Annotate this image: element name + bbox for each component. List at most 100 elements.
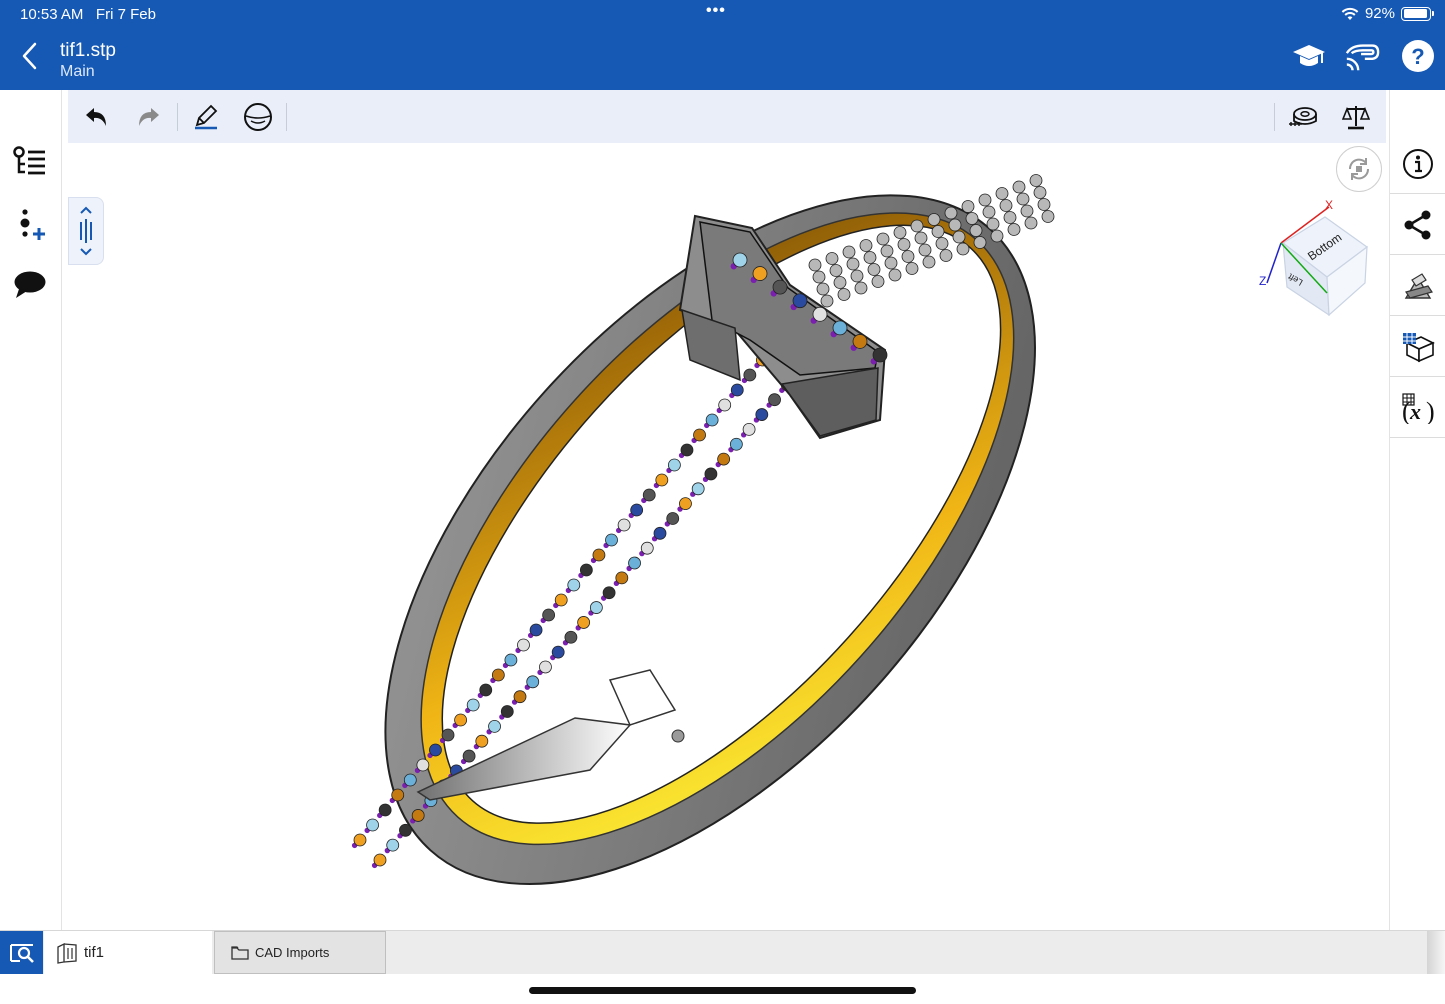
gem-stone <box>399 823 412 837</box>
status-time: 10:53 AM Fri 7 Feb <box>20 6 156 23</box>
learning-center-button[interactable] <box>1291 38 1327 74</box>
tab-part-studio[interactable]: tif1 <box>44 931 212 974</box>
gem-stone <box>642 488 656 502</box>
gem-stone <box>667 458 681 472</box>
battery-icon <box>1401 6 1434 21</box>
gem-stone <box>965 212 979 225</box>
gem-stone <box>986 217 1000 231</box>
gem-stone <box>752 266 768 281</box>
gem-stone <box>551 645 565 659</box>
right-rail-spacer <box>1390 90 1445 132</box>
gem-stone <box>768 393 781 407</box>
gem-stone <box>999 199 1013 212</box>
gem-stone <box>914 231 928 245</box>
gem-stone <box>808 258 822 272</box>
battery-fill <box>1403 9 1427 18</box>
gem-stone <box>615 571 629 585</box>
gem-stone <box>462 749 476 763</box>
gem-stone <box>542 608 556 622</box>
gem-stone <box>944 206 958 220</box>
gem-stone <box>872 347 888 363</box>
left-rail <box>0 90 60 930</box>
display-state-icon <box>1403 332 1435 362</box>
tab-label: CAD Imports <box>255 945 330 960</box>
search-tabs-button[interactable] <box>0 931 43 974</box>
gem-stone <box>475 734 489 748</box>
gem-stone <box>693 428 706 442</box>
gem-stone <box>411 809 425 822</box>
gem-stone <box>403 773 417 787</box>
gem-stone <box>729 437 743 451</box>
mass-properties-icon <box>1342 106 1370 130</box>
bangle-model[interactable] <box>320 170 1090 900</box>
rotate-icon <box>1348 158 1370 180</box>
gem-stone <box>859 239 873 252</box>
home-indicator[interactable] <box>529 987 916 994</box>
help-icon: ? <box>1402 40 1434 72</box>
appearance-icon <box>1404 272 1433 299</box>
pencil-icon <box>195 104 218 130</box>
gem-stone <box>466 698 480 712</box>
undo-button[interactable] <box>77 98 115 136</box>
feature-list-button[interactable] <box>10 142 50 182</box>
gem-stone <box>1029 174 1043 187</box>
gem-stone <box>742 422 756 436</box>
appearance-button[interactable] <box>1390 256 1445 316</box>
toolbar-separator <box>177 103 178 131</box>
gem-stone <box>850 269 864 283</box>
gem-stone <box>655 473 669 487</box>
follow-mode-button[interactable] <box>1344 38 1380 74</box>
insert-button[interactable] <box>10 204 50 244</box>
rotate-view-button[interactable] <box>1336 146 1382 192</box>
svg-text:): ) <box>1426 397 1435 424</box>
cast-icon <box>1345 44 1380 71</box>
configurations-button[interactable] <box>1390 317 1445 377</box>
view-cube[interactable]: Bottom Left X Z <box>1255 195 1375 320</box>
gem-stone <box>816 282 830 296</box>
gem-stone <box>730 383 744 397</box>
variables-button[interactable]: ( x ) <box>1390 378 1445 438</box>
tab-cad-imports[interactable]: CAD Imports <box>214 931 386 974</box>
comments-button[interactable] <box>10 265 50 305</box>
graduation-cap-icon <box>1293 45 1325 66</box>
multitasking-dots[interactable]: ••• <box>706 2 726 20</box>
back-button[interactable] <box>14 38 44 74</box>
gem-stone <box>893 226 907 239</box>
gem-stone <box>978 193 992 207</box>
gem-stone <box>680 443 694 457</box>
gem-stone <box>871 275 885 288</box>
gem-stone <box>517 638 530 652</box>
gem-stone <box>617 518 631 532</box>
gem-stone <box>854 281 868 295</box>
view-scroll-handle[interactable] <box>68 197 104 265</box>
gem-stone <box>973 236 987 249</box>
status-date: Fri 7 Feb <box>95 6 156 23</box>
properties-button[interactable] <box>1390 134 1445 194</box>
gem-stone <box>792 293 808 309</box>
redo-button[interactable] <box>130 98 168 136</box>
gem-stone <box>812 270 826 284</box>
help-button[interactable]: ? <box>1400 38 1436 74</box>
gem-stone <box>842 245 856 259</box>
gem-stone <box>1033 186 1047 199</box>
svg-text:?: ? <box>1411 44 1424 69</box>
gem-stone <box>884 256 898 270</box>
sketch-button[interactable] <box>187 98 225 136</box>
gem-stone <box>391 788 405 802</box>
gem-stone <box>876 232 890 246</box>
gem-stone <box>605 533 618 547</box>
gem-stone <box>602 586 616 600</box>
mass-properties-button[interactable] <box>1337 98 1375 136</box>
gem-stone <box>564 630 578 644</box>
face-select-icon <box>244 103 272 131</box>
gem-stone <box>732 252 748 268</box>
gem-stone <box>567 578 581 592</box>
gem-stone <box>846 257 860 271</box>
gem-stone <box>956 242 970 256</box>
app-root: 10:53 AM Fri 7 Feb ••• 92% tif1.stp Main <box>0 0 1445 1004</box>
gem-stone <box>416 758 430 772</box>
share-button[interactable] <box>1390 195 1445 255</box>
measure-button[interactable] <box>1284 98 1322 136</box>
toolbar-separator <box>286 103 287 131</box>
selection-filter-button[interactable] <box>239 98 277 136</box>
